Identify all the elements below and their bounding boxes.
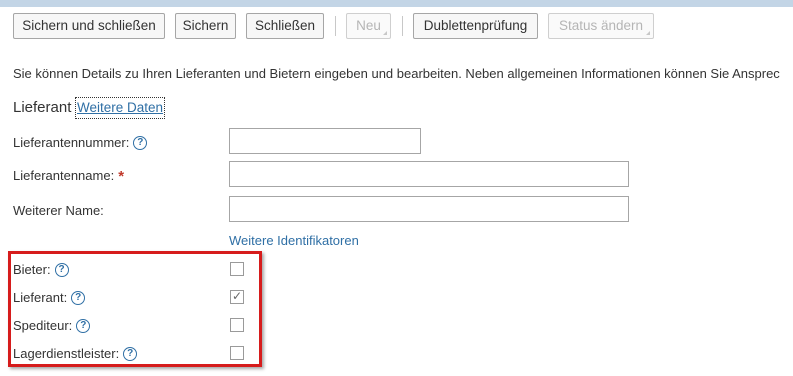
dropdown-corner-icon	[383, 31, 387, 35]
toolbar-separator	[402, 16, 403, 36]
info-text: Sie können Details zu Ihren Lieferanten …	[13, 66, 780, 81]
top-band	[0, 0, 793, 7]
supplier-number-input[interactable]	[229, 128, 421, 154]
save-button[interactable]: Sichern	[175, 13, 236, 39]
tab-more-data[interactable]: Weitere Daten	[75, 97, 166, 119]
new-button[interactable]: Neu	[346, 13, 391, 39]
new-button-label: Neu	[356, 18, 381, 33]
dropdown-corner-icon	[646, 31, 650, 35]
other-name-input[interactable]	[229, 196, 629, 222]
tab-supplier[interactable]: Lieferant	[13, 98, 71, 118]
supplier-name-label: Lieferantenname: *	[13, 167, 124, 186]
more-identifiers-link[interactable]: Weitere Identifikatoren	[229, 233, 359, 248]
change-status-label: Status ändern	[558, 18, 644, 33]
help-icon[interactable]: ?	[133, 135, 148, 150]
supplier-name-label-text: Lieferantenname:	[13, 168, 115, 183]
duplicate-check-button[interactable]: Dublettenprüfung	[413, 13, 538, 39]
toolbar-separator	[335, 16, 336, 36]
supplier-number-label: Lieferantennummer:?	[13, 134, 148, 152]
other-name-label: Weiterer Name:	[13, 203, 104, 218]
change-status-button[interactable]: Status ändern	[548, 13, 654, 39]
supplier-name-input[interactable]	[229, 161, 629, 187]
save-and-close-button[interactable]: Sichern und schließen	[13, 13, 165, 39]
close-button[interactable]: Schließen	[246, 13, 324, 39]
highlight-box	[8, 251, 262, 367]
required-marker: *	[118, 167, 125, 185]
supplier-number-label-text: Lieferantennummer:	[13, 135, 130, 150]
